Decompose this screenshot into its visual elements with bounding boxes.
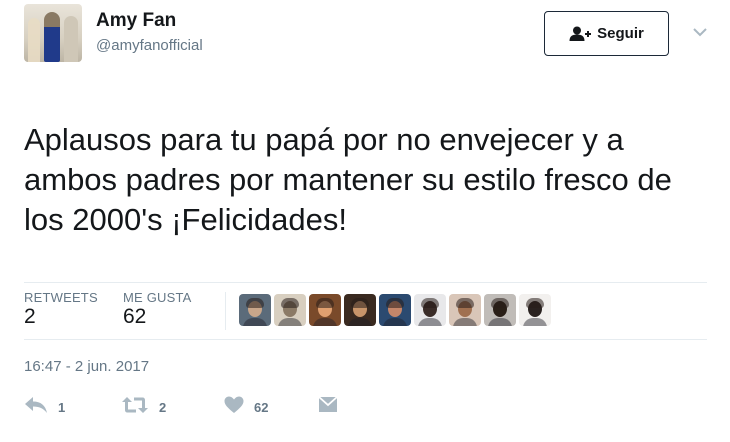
reply-icon — [24, 396, 48, 419]
stats-separator — [225, 292, 226, 330]
add-user-icon — [569, 26, 592, 42]
likes-value: 62 — [123, 305, 147, 328]
liker-avatar[interactable] — [274, 294, 306, 326]
liker-avatar[interactable] — [484, 294, 516, 326]
retweet-icon — [121, 396, 149, 419]
user-name[interactable]: Amy Fan — [96, 10, 176, 32]
retweet-count: 2 — [159, 400, 167, 415]
retweet-button[interactable]: 2 — [121, 396, 166, 419]
like-count: 62 — [254, 400, 269, 415]
avatar[interactable] — [24, 4, 82, 62]
liker-avatar[interactable] — [414, 294, 446, 326]
liker-avatar[interactable] — [309, 294, 341, 326]
retweets-value: 2 — [24, 305, 36, 328]
tweet-timestamp[interactable]: 16:47 - 2 jun. 2017 — [24, 358, 149, 375]
likes-stat[interactable]: ME GUSTA 62 — [123, 290, 192, 329]
reply-count: 1 — [58, 400, 66, 415]
liker-avatar[interactable] — [449, 294, 481, 326]
likers-avatars — [239, 294, 551, 328]
reply-button[interactable]: 1 — [24, 396, 65, 419]
heart-icon — [224, 396, 244, 419]
retweets-stat[interactable]: RETWEETS 2 — [24, 290, 98, 329]
follow-button-label: Seguir — [597, 25, 644, 42]
chevron-down-icon[interactable] — [690, 22, 710, 42]
liker-avatar[interactable] — [344, 294, 376, 326]
direct-message-button[interactable] — [318, 396, 338, 418]
tweet-text: Aplausos para tu papá por no envejecer y… — [24, 122, 672, 237]
liker-avatar[interactable] — [379, 294, 411, 326]
liker-avatar[interactable] — [239, 294, 271, 326]
user-handle[interactable]: @amyfanofficial — [96, 37, 203, 54]
like-button[interactable]: 62 — [224, 396, 268, 419]
likes-label: ME GUSTA — [123, 290, 192, 305]
divider — [24, 339, 707, 340]
envelope-icon — [318, 396, 338, 418]
follow-button[interactable]: Seguir — [544, 11, 669, 56]
retweets-label: RETWEETS — [24, 290, 98, 305]
divider — [24, 282, 707, 283]
liker-avatar[interactable] — [519, 294, 551, 326]
